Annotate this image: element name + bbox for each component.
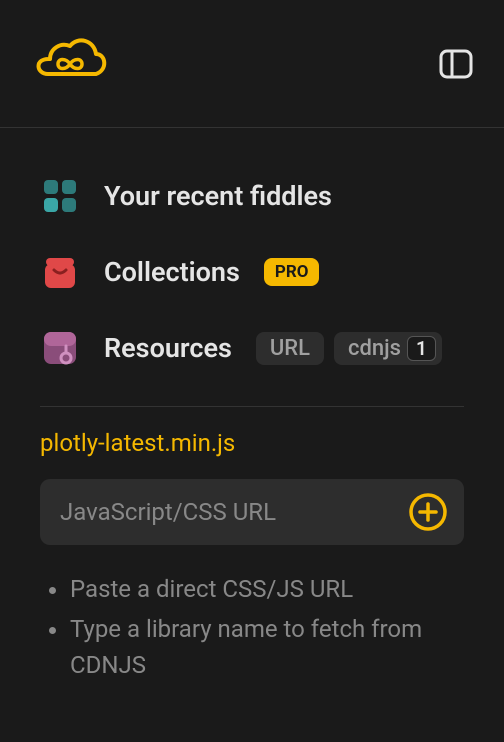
input-placeholder: JavaScript/CSS URL	[60, 498, 408, 526]
cdnjs-count: 1	[407, 336, 436, 361]
hint-list: Paste a direct CSS/JS URL Type a library…	[0, 545, 504, 685]
panel-toggle-icon[interactable]	[438, 46, 474, 82]
resource-entry[interactable]: plotly-latest.min.js	[40, 429, 464, 457]
nav-collections[interactable]: Collections PRO	[40, 234, 464, 310]
url-tag[interactable]: URL	[256, 332, 324, 365]
top-bar	[0, 0, 504, 128]
nav-label-recent: Your recent fiddles	[104, 180, 332, 212]
jsfiddle-logo[interactable]	[30, 34, 110, 94]
resource-url-input[interactable]: JavaScript/CSS URL	[40, 479, 464, 545]
hint-item: Paste a direct CSS/JS URL	[70, 569, 464, 609]
nav-label-resources: Resources	[104, 332, 232, 364]
resources-icon	[40, 328, 80, 368]
cdnjs-tag[interactable]: cdnjs 1	[334, 332, 442, 365]
nav-items: Your recent fiddles Collections PRO Reso…	[0, 128, 504, 386]
add-resource-button[interactable]	[408, 492, 448, 532]
pro-badge: PRO	[264, 258, 320, 286]
resource-list: plotly-latest.min.js	[0, 407, 504, 457]
bag-icon	[40, 252, 80, 292]
cdnjs-tag-text: cdnjs	[348, 336, 401, 361]
resource-tags: URL cdnjs 1	[256, 332, 442, 365]
nav-resources[interactable]: Resources URL cdnjs 1	[40, 310, 464, 386]
grid-icon	[40, 176, 80, 216]
hint-item: Type a library name to fetch from CDNJS	[70, 609, 464, 685]
nav-recent-fiddles[interactable]: Your recent fiddles	[40, 158, 464, 234]
nav-label-collections: Collections	[104, 256, 240, 288]
